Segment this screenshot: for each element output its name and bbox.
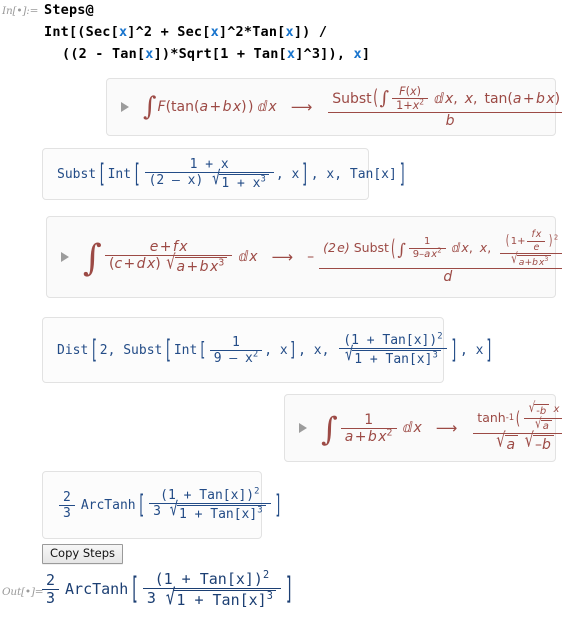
input-line-3[interactable]: ((2 - Tan[x])*Sqrt[1 + Tan[x]^3]), x] <box>62 46 370 62</box>
step-expr-4[interactable]: Dist[2, Subst[Int[ 1 9 – x2 , x], x, (1 … <box>42 317 493 383</box>
out-label: Out[•]= <box>2 586 44 598</box>
output-content: 23 ArcTanh[ (1 + Tan[x])2 3 √ 1 + Tan[x]3… <box>40 570 295 608</box>
step-rule-1[interactable]: ∫ F(tan(a + b x) ) ⅆx ⟶ Subst( ∫ F(x) 1+x… <box>106 78 562 136</box>
copy-steps-button[interactable]: Copy Steps <box>42 544 124 565</box>
rule-1-arrow: ⟶ <box>290 97 313 116</box>
expr-4-content: Dist[2, Subst[Int[ 1 9 – x2 , x], x, (1 … <box>57 331 493 367</box>
in-label: In[•]:= <box>2 5 39 17</box>
step-expr-6[interactable]: 23 ArcTanh[ (1 + Tan[x])2 3 √ 1 + Tan[x]3… <box>42 471 282 539</box>
rule-3-rhs: – (2 e) Subst ( ∫ 1 9–a x2 ⅆx, x, (1+ f… <box>307 230 562 284</box>
expr-2-content: Subst[Int[ 1 + x (2 – x) √ 1 + x3 , x], x… <box>57 157 407 191</box>
input-line-2[interactable]: Int[(Sec[x]^2 + Sec[x]^2*Tan[x]) / <box>44 24 327 40</box>
disclosure-triangle-icon[interactable] <box>61 252 69 262</box>
rule-1-lhs: ∫ F(tan(a + b x) ) ⅆx <box>143 92 277 123</box>
rule-1-rhs: Subst( ∫ F(x) 1+x2 ⅆx, x, tan(a + b x) ) <box>326 86 562 128</box>
expr-6-content: 23 ArcTanh[ (1 + Tan[x])2 3 √ 1 + Tan[x]3… <box>57 488 284 521</box>
input-line-1[interactable]: Steps@ <box>44 2 94 18</box>
rule-5-lhs: ∫ 1 a + b x2 ⅆx <box>321 409 422 448</box>
disclosure-triangle-icon[interactable] <box>299 423 307 433</box>
rule-3-arrow: ⟶ <box>271 247 294 266</box>
rule-5-arrow: ⟶ <box>435 418 458 437</box>
step-expr-2[interactable]: Subst[Int[ 1 + x (2 – x) √ 1 + x3 , x], x… <box>42 148 406 200</box>
step-rule-3[interactable]: ∫ e + f x (c + d x) √ a + b x3 ⅆx ⟶ – (2 … <box>46 216 562 298</box>
step-rule-5[interactable]: ∫ 1 a + b x2 ⅆx ⟶ tanh -1( √ -b x √ a √ … <box>284 394 562 462</box>
rule-5-rhs: tanh-1( √-b x √a ) √a √–b <box>471 401 562 452</box>
notebook-canvas: In[•]:= Steps@ Int[(Sec[x]^2 + Sec[x]^2*… <box>0 0 562 626</box>
output-expression[interactable]: 23 ArcTanh[ (1 + Tan[x])2 3 √ 1 + Tan[x]3… <box>40 570 295 608</box>
disclosure-triangle-icon[interactable] <box>121 102 129 112</box>
rule-3-lhs: ∫ e + f x (c + d x) √ a + b x3 ⅆx <box>83 235 258 279</box>
